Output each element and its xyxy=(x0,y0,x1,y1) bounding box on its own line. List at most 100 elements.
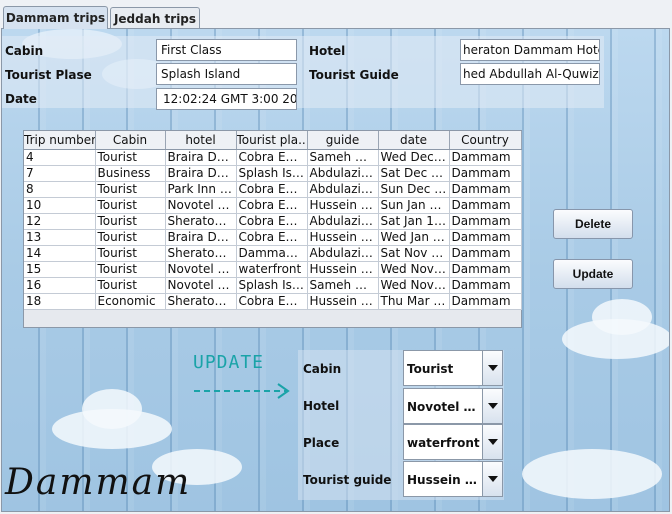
table-row[interactable]: 4 Tourist Braira Da... Cobra Ent... Sameh Mo… xyxy=(24,149,522,166)
table-cell[interactable]: Tourist xyxy=(95,149,166,166)
tab-dammam-trips[interactable]: Dammam trips xyxy=(3,6,108,29)
column-header[interactable]: Cabin xyxy=(95,131,166,150)
table-cell[interactable]: Dammam xyxy=(449,149,522,166)
table-cell[interactable]: Hussein A... xyxy=(307,197,379,214)
tourist-place-field[interactable]: Splash Island xyxy=(156,63,297,85)
table-cell[interactable]: 12 xyxy=(24,213,96,230)
column-header[interactable]: guide xyxy=(307,131,379,150)
table-cell[interactable]: Dammam xyxy=(449,261,522,278)
table-cell[interactable]: Dammam xyxy=(449,213,522,230)
table-row[interactable]: 18 Economic Sheraton ... Cobra Ent... Hussei… xyxy=(24,293,522,310)
table-row[interactable]: 7 Business Braira Da... Splash Isl... Abdula… xyxy=(24,165,522,182)
table-cell[interactable]: Tourist xyxy=(95,181,166,198)
table-cell[interactable]: Abdulaziz ... xyxy=(307,213,379,230)
table-cell[interactable]: Sat Nov 19... xyxy=(378,245,450,262)
table-cell[interactable]: Wed Nov 1... xyxy=(378,277,450,294)
table-cell[interactable]: Park Inn b... xyxy=(165,181,237,198)
table-cell[interactable]: Sun Jan 1... xyxy=(378,197,450,214)
table-cell[interactable]: Splash Isl... xyxy=(236,277,308,294)
table-row[interactable]: 10 Tourist Novotel D... Cobra Ent... Hussein… xyxy=(24,197,522,214)
table-cell[interactable]: 15 xyxy=(24,261,96,278)
table-cell[interactable]: 8 xyxy=(24,181,96,198)
table-cell[interactable]: Sheraton ... xyxy=(165,293,237,310)
table-row[interactable]: 12 Tourist Sheraton ... Cobra Ent... Abdulaz… xyxy=(24,213,522,230)
table-cell[interactable]: Abdulaziz ... xyxy=(307,245,379,262)
table-row[interactable]: 8 Tourist Park Inn b... Cobra Ent... Abdulaz… xyxy=(24,181,522,198)
table-cell[interactable]: Abdulaziz ... xyxy=(307,181,379,198)
table-cell[interactable]: Abdulaziz ... xyxy=(307,165,379,182)
table-cell[interactable]: 7 xyxy=(24,165,96,182)
table-cell[interactable]: Dammam xyxy=(449,197,522,214)
table-cell[interactable]: Tourist xyxy=(95,229,166,246)
column-header[interactable]: Country xyxy=(449,131,522,150)
tab-jeddah-trips[interactable]: Jeddah trips xyxy=(110,7,200,29)
column-header[interactable]: date xyxy=(378,131,450,150)
table-cell[interactable]: Dammam xyxy=(449,293,522,310)
table-cell[interactable]: Splash Isl... xyxy=(236,165,308,182)
table-cell[interactable]: Sat Jan 19... xyxy=(378,213,450,230)
table-cell[interactable]: Tourist xyxy=(95,245,166,262)
column-header[interactable]: Tourist pla... xyxy=(236,131,308,150)
table-cell[interactable]: 14 xyxy=(24,245,96,262)
table-cell[interactable]: Sun Dec 1... xyxy=(378,181,450,198)
table-cell[interactable]: waterfront xyxy=(236,261,308,278)
table-cell[interactable]: Tourist xyxy=(95,197,166,214)
table-cell[interactable]: Novotel D... xyxy=(165,261,237,278)
tourist-guide-field[interactable]: hed Abdullah Al-Quwizani xyxy=(460,63,600,85)
table-cell[interactable]: Dammam xyxy=(449,245,522,262)
trips-table[interactable]: Trip number Cabin hotel Tourist pla... guide… xyxy=(23,130,522,328)
table-cell[interactable]: Wed Nov 1... xyxy=(378,261,450,278)
table-cell[interactable]: Sheraton ... xyxy=(165,245,237,262)
hotel-select[interactable]: Novotel Da... xyxy=(403,388,503,424)
table-cell[interactable]: Tourist xyxy=(95,213,166,230)
table-cell[interactable]: Thu Mar 1... xyxy=(378,293,450,310)
table-cell[interactable]: Cobra Ent... xyxy=(236,149,308,166)
table-cell[interactable]: Novotel D... xyxy=(165,197,237,214)
table-cell[interactable]: Sat Dec 1... xyxy=(378,165,450,182)
table-row[interactable]: 14 Tourist Sheraton ... Dammam ... Abdulaziz… xyxy=(24,245,522,262)
table-row[interactable]: 13 Tourist Braira Da... Cobra Ent... Hussein… xyxy=(24,229,522,246)
table-cell[interactable]: Tourist xyxy=(95,277,166,294)
table-row[interactable]: 15 Tourist Novotel D... waterfront Hussein A… xyxy=(24,261,522,278)
guide-select[interactable]: Hussein Ah... xyxy=(403,461,503,497)
table-row[interactable]: 16 Tourist Novotel D... Splash Isl... Sameh … xyxy=(24,277,522,294)
table-cell[interactable]: Dammam xyxy=(449,277,522,294)
chevron-down-icon[interactable] xyxy=(482,425,502,459)
table-cell[interactable]: Sheraton ... xyxy=(165,213,237,230)
table-cell[interactable]: Cobra Ent... xyxy=(236,181,308,198)
table-cell[interactable]: 4 xyxy=(24,149,96,166)
chevron-down-icon[interactable] xyxy=(482,462,502,496)
cabin-select[interactable]: Tourist xyxy=(403,350,503,386)
table-cell[interactable]: 13 xyxy=(24,229,96,246)
table-cell[interactable]: Dammam xyxy=(449,165,522,182)
column-header[interactable]: hotel xyxy=(165,131,237,150)
table-cell[interactable]: 16 xyxy=(24,277,96,294)
table-cell[interactable]: Hussein A... xyxy=(307,261,379,278)
chevron-down-icon[interactable] xyxy=(482,351,502,385)
table-cell[interactable]: Cobra Ent... xyxy=(236,213,308,230)
cabin-field[interactable]: First Class xyxy=(156,39,297,61)
table-cell[interactable]: Wed Jan 1... xyxy=(378,229,450,246)
chevron-down-icon[interactable] xyxy=(482,389,502,423)
table-cell[interactable]: Cobra Ent... xyxy=(236,197,308,214)
place-select[interactable]: waterfront xyxy=(403,424,503,460)
table-cell[interactable]: Dammam xyxy=(449,229,522,246)
table-cell[interactable]: Sameh Mo... xyxy=(307,277,379,294)
update-button[interactable]: Update xyxy=(553,259,633,289)
table-cell[interactable]: Economic xyxy=(95,293,166,310)
table-cell[interactable]: Wed Dec ... xyxy=(378,149,450,166)
delete-button[interactable]: Delete xyxy=(553,209,633,239)
table-cell[interactable]: Braira Da... xyxy=(165,149,237,166)
table-cell[interactable]: Braira Da... xyxy=(165,165,237,182)
table-cell[interactable]: Novotel D... xyxy=(165,277,237,294)
table-cell[interactable]: Tourist xyxy=(95,261,166,278)
date-field[interactable]: 12:02:24 GMT 3:00 2020 xyxy=(156,88,297,110)
table-cell[interactable]: Hussein A... xyxy=(307,293,379,310)
table-cell[interactable]: Sameh Mo... xyxy=(307,149,379,166)
table-cell[interactable]: 10 xyxy=(24,197,96,214)
table-cell[interactable]: Cobra Ent... xyxy=(236,229,308,246)
table-cell[interactable]: Dammam ... xyxy=(236,245,308,262)
hotel-field[interactable]: heraton Dammam Hotel xyxy=(460,39,600,61)
table-cell[interactable]: Dammam xyxy=(449,181,522,198)
table-cell[interactable]: Cobra Ent... xyxy=(236,293,308,310)
